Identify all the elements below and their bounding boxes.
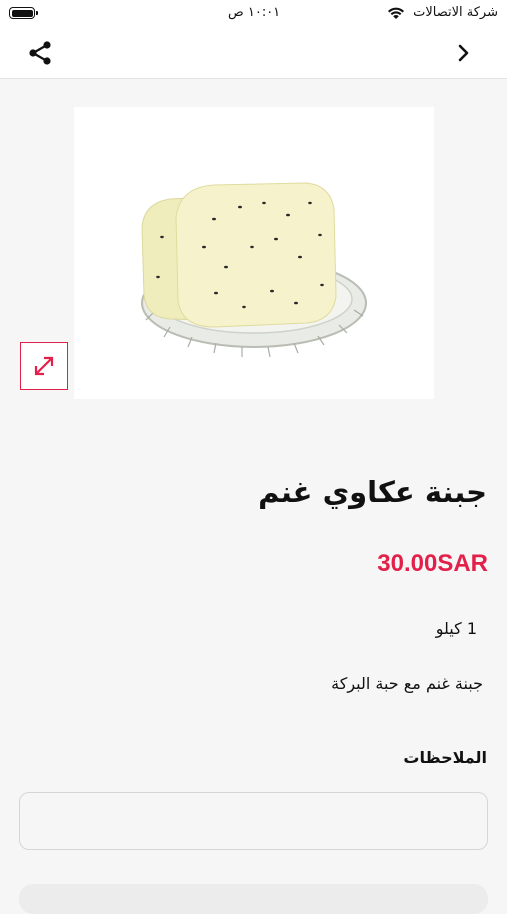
product-description: جبنة غنم مع حبة البركة xyxy=(331,674,483,693)
battery-icon xyxy=(9,7,38,19)
chevron-right-icon[interactable] xyxy=(457,43,471,63)
product-image[interactable] xyxy=(74,107,434,399)
wifi-icon xyxy=(388,7,404,19)
nav-bar xyxy=(0,28,507,79)
bottom-action-bar[interactable] xyxy=(19,884,488,914)
product-title: جبنة عكاوي غنم xyxy=(258,475,487,509)
status-time: ١٠:٠١ ص xyxy=(228,5,281,20)
share-icon[interactable] xyxy=(27,40,53,66)
notes-label: الملاحظات xyxy=(403,748,487,767)
expand-icon xyxy=(34,356,54,376)
carrier-name: شركة الاتصالات xyxy=(413,5,498,20)
expand-image-button[interactable] xyxy=(20,342,68,390)
status-bar: ١٠:٠١ ص شركة الاتصالات xyxy=(0,0,507,28)
notes-input[interactable] xyxy=(19,792,488,850)
product-weight: 1 كيلو xyxy=(435,619,477,638)
product-price: 30.00SAR xyxy=(377,550,488,577)
cheese-image xyxy=(141,182,367,358)
